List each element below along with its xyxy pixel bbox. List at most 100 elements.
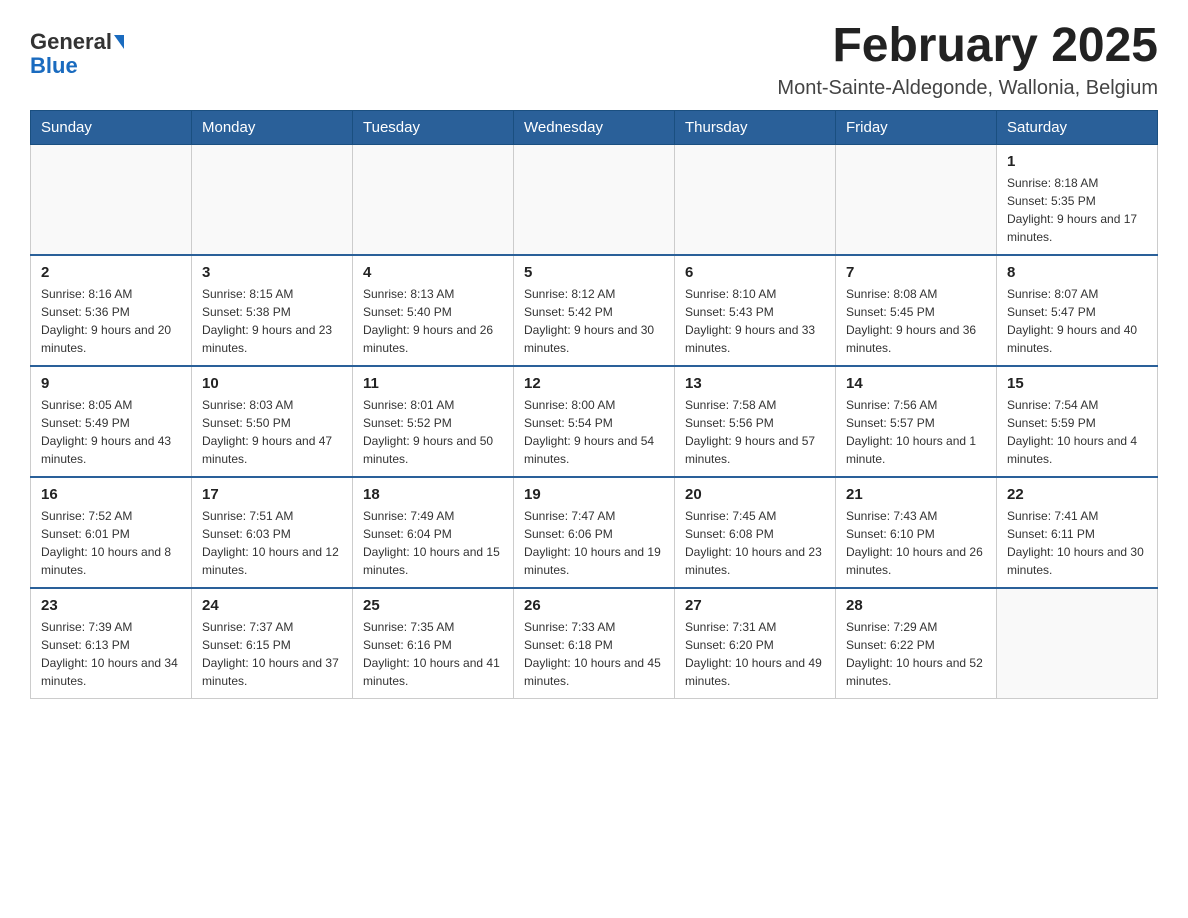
day-number: 19 bbox=[524, 486, 664, 503]
calendar-week-row: 9 Sunrise: 8:05 AM Sunset: 5:49 PM Daylig… bbox=[31, 366, 1158, 477]
header-thursday: Thursday bbox=[675, 110, 836, 144]
title-section: February 2025 Mont-Sainte-Aldegonde, Wal… bbox=[777, 20, 1158, 100]
table-row bbox=[675, 144, 836, 255]
calendar-week-row: 16 Sunrise: 7:52 AM Sunset: 6:01 PM Dayli… bbox=[31, 477, 1158, 588]
header-saturday: Saturday bbox=[997, 110, 1158, 144]
day-number: 7 bbox=[846, 264, 986, 281]
day-number: 25 bbox=[363, 597, 503, 614]
table-row: 22 Sunrise: 7:41 AM Sunset: 6:11 PM Dayli… bbox=[997, 477, 1158, 588]
table-row bbox=[192, 144, 353, 255]
day-number: 23 bbox=[41, 597, 181, 614]
table-row: 8 Sunrise: 8:07 AM Sunset: 5:47 PM Daylig… bbox=[997, 255, 1158, 366]
day-info: Sunrise: 7:56 AM Sunset: 5:57 PM Dayligh… bbox=[846, 396, 986, 468]
day-info: Sunrise: 8:12 AM Sunset: 5:42 PM Dayligh… bbox=[524, 285, 664, 357]
header-wednesday: Wednesday bbox=[514, 110, 675, 144]
day-number: 27 bbox=[685, 597, 825, 614]
day-number: 4 bbox=[363, 264, 503, 281]
day-number: 2 bbox=[41, 264, 181, 281]
day-number: 20 bbox=[685, 486, 825, 503]
table-row: 20 Sunrise: 7:45 AM Sunset: 6:08 PM Dayli… bbox=[675, 477, 836, 588]
header-friday: Friday bbox=[836, 110, 997, 144]
calendar-header-row: Sunday Monday Tuesday Wednesday Thursday… bbox=[31, 110, 1158, 144]
calendar-week-row: 1 Sunrise: 8:18 AM Sunset: 5:35 PM Daylig… bbox=[31, 144, 1158, 255]
day-number: 6 bbox=[685, 264, 825, 281]
day-info: Sunrise: 8:05 AM Sunset: 5:49 PM Dayligh… bbox=[41, 396, 181, 468]
day-info: Sunrise: 7:43 AM Sunset: 6:10 PM Dayligh… bbox=[846, 507, 986, 579]
table-row: 21 Sunrise: 7:43 AM Sunset: 6:10 PM Dayli… bbox=[836, 477, 997, 588]
day-number: 5 bbox=[524, 264, 664, 281]
day-number: 15 bbox=[1007, 375, 1147, 392]
day-info: Sunrise: 7:39 AM Sunset: 6:13 PM Dayligh… bbox=[41, 618, 181, 690]
table-row: 23 Sunrise: 7:39 AM Sunset: 6:13 PM Dayli… bbox=[31, 588, 192, 699]
day-info: Sunrise: 8:00 AM Sunset: 5:54 PM Dayligh… bbox=[524, 396, 664, 468]
day-info: Sunrise: 8:03 AM Sunset: 5:50 PM Dayligh… bbox=[202, 396, 342, 468]
day-number: 22 bbox=[1007, 486, 1147, 503]
table-row: 4 Sunrise: 8:13 AM Sunset: 5:40 PM Daylig… bbox=[353, 255, 514, 366]
logo: General Blue bbox=[30, 30, 124, 78]
day-number: 17 bbox=[202, 486, 342, 503]
day-number: 18 bbox=[363, 486, 503, 503]
table-row: 18 Sunrise: 7:49 AM Sunset: 6:04 PM Dayli… bbox=[353, 477, 514, 588]
day-info: Sunrise: 7:52 AM Sunset: 6:01 PM Dayligh… bbox=[41, 507, 181, 579]
day-number: 28 bbox=[846, 597, 986, 614]
day-info: Sunrise: 7:35 AM Sunset: 6:16 PM Dayligh… bbox=[363, 618, 503, 690]
month-title: February 2025 bbox=[777, 20, 1158, 73]
day-info: Sunrise: 7:29 AM Sunset: 6:22 PM Dayligh… bbox=[846, 618, 986, 690]
day-number: 24 bbox=[202, 597, 342, 614]
day-info: Sunrise: 8:15 AM Sunset: 5:38 PM Dayligh… bbox=[202, 285, 342, 357]
table-row: 19Sunrise: 7:47 AM Sunset: 6:06 PM Dayli… bbox=[514, 477, 675, 588]
header-monday: Monday bbox=[192, 110, 353, 144]
day-number: 14 bbox=[846, 375, 986, 392]
day-info: Sunrise: 8:07 AM Sunset: 5:47 PM Dayligh… bbox=[1007, 285, 1147, 357]
day-info: Sunrise: 7:33 AM Sunset: 6:18 PM Dayligh… bbox=[524, 618, 664, 690]
day-number: 13 bbox=[685, 375, 825, 392]
table-row: 14 Sunrise: 7:56 AM Sunset: 5:57 PM Dayli… bbox=[836, 366, 997, 477]
table-row: 24Sunrise: 7:37 AM Sunset: 6:15 PM Dayli… bbox=[192, 588, 353, 699]
table-row bbox=[353, 144, 514, 255]
table-row: 28 Sunrise: 7:29 AM Sunset: 6:22 PM Dayli… bbox=[836, 588, 997, 699]
day-info: Sunrise: 7:41 AM Sunset: 6:11 PM Dayligh… bbox=[1007, 507, 1147, 579]
table-row: 9 Sunrise: 8:05 AM Sunset: 5:49 PM Daylig… bbox=[31, 366, 192, 477]
table-row: 10Sunrise: 8:03 AM Sunset: 5:50 PM Dayli… bbox=[192, 366, 353, 477]
day-info: Sunrise: 8:16 AM Sunset: 5:36 PM Dayligh… bbox=[41, 285, 181, 357]
table-row: 26 Sunrise: 7:33 AM Sunset: 6:18 PM Dayli… bbox=[514, 588, 675, 699]
table-row: 12Sunrise: 8:00 AM Sunset: 5:54 PM Dayli… bbox=[514, 366, 675, 477]
table-row bbox=[514, 144, 675, 255]
logo-arrow-icon bbox=[114, 35, 124, 49]
table-row bbox=[997, 588, 1158, 699]
day-number: 1 bbox=[1007, 153, 1147, 170]
logo-blue: Blue bbox=[30, 54, 78, 78]
table-row: 13Sunrise: 7:58 AM Sunset: 5:56 PM Dayli… bbox=[675, 366, 836, 477]
day-info: Sunrise: 7:54 AM Sunset: 5:59 PM Dayligh… bbox=[1007, 396, 1147, 468]
day-info: Sunrise: 7:51 AM Sunset: 6:03 PM Dayligh… bbox=[202, 507, 342, 579]
page-header: General Blue February 2025 Mont-Sainte-A… bbox=[30, 20, 1158, 100]
day-number: 11 bbox=[363, 375, 503, 392]
table-row: 1 Sunrise: 8:18 AM Sunset: 5:35 PM Daylig… bbox=[997, 144, 1158, 255]
day-info: Sunrise: 7:49 AM Sunset: 6:04 PM Dayligh… bbox=[363, 507, 503, 579]
header-sunday: Sunday bbox=[31, 110, 192, 144]
table-row: 5 Sunrise: 8:12 AM Sunset: 5:42 PM Daylig… bbox=[514, 255, 675, 366]
day-number: 21 bbox=[846, 486, 986, 503]
day-number: 9 bbox=[41, 375, 181, 392]
table-row: 27Sunrise: 7:31 AM Sunset: 6:20 PM Dayli… bbox=[675, 588, 836, 699]
day-info: Sunrise: 8:10 AM Sunset: 5:43 PM Dayligh… bbox=[685, 285, 825, 357]
table-row: 11 Sunrise: 8:01 AM Sunset: 5:52 PM Dayli… bbox=[353, 366, 514, 477]
calendar-week-row: 23 Sunrise: 7:39 AM Sunset: 6:13 PM Dayli… bbox=[31, 588, 1158, 699]
day-number: 8 bbox=[1007, 264, 1147, 281]
table-row: 16 Sunrise: 7:52 AM Sunset: 6:01 PM Dayli… bbox=[31, 477, 192, 588]
day-info: Sunrise: 7:45 AM Sunset: 6:08 PM Dayligh… bbox=[685, 507, 825, 579]
table-row: 7 Sunrise: 8:08 AM Sunset: 5:45 PM Daylig… bbox=[836, 255, 997, 366]
day-number: 16 bbox=[41, 486, 181, 503]
day-info: Sunrise: 8:18 AM Sunset: 5:35 PM Dayligh… bbox=[1007, 174, 1147, 246]
table-row: 2 Sunrise: 8:16 AM Sunset: 5:36 PM Daylig… bbox=[31, 255, 192, 366]
day-info: Sunrise: 8:01 AM Sunset: 5:52 PM Dayligh… bbox=[363, 396, 503, 468]
table-row bbox=[31, 144, 192, 255]
day-number: 26 bbox=[524, 597, 664, 614]
table-row bbox=[836, 144, 997, 255]
table-row: 3Sunrise: 8:15 AM Sunset: 5:38 PM Daylig… bbox=[192, 255, 353, 366]
calendar-week-row: 2 Sunrise: 8:16 AM Sunset: 5:36 PM Daylig… bbox=[31, 255, 1158, 366]
day-info: Sunrise: 8:13 AM Sunset: 5:40 PM Dayligh… bbox=[363, 285, 503, 357]
day-info: Sunrise: 8:08 AM Sunset: 5:45 PM Dayligh… bbox=[846, 285, 986, 357]
header-tuesday: Tuesday bbox=[353, 110, 514, 144]
table-row: 15 Sunrise: 7:54 AM Sunset: 5:59 PM Dayli… bbox=[997, 366, 1158, 477]
